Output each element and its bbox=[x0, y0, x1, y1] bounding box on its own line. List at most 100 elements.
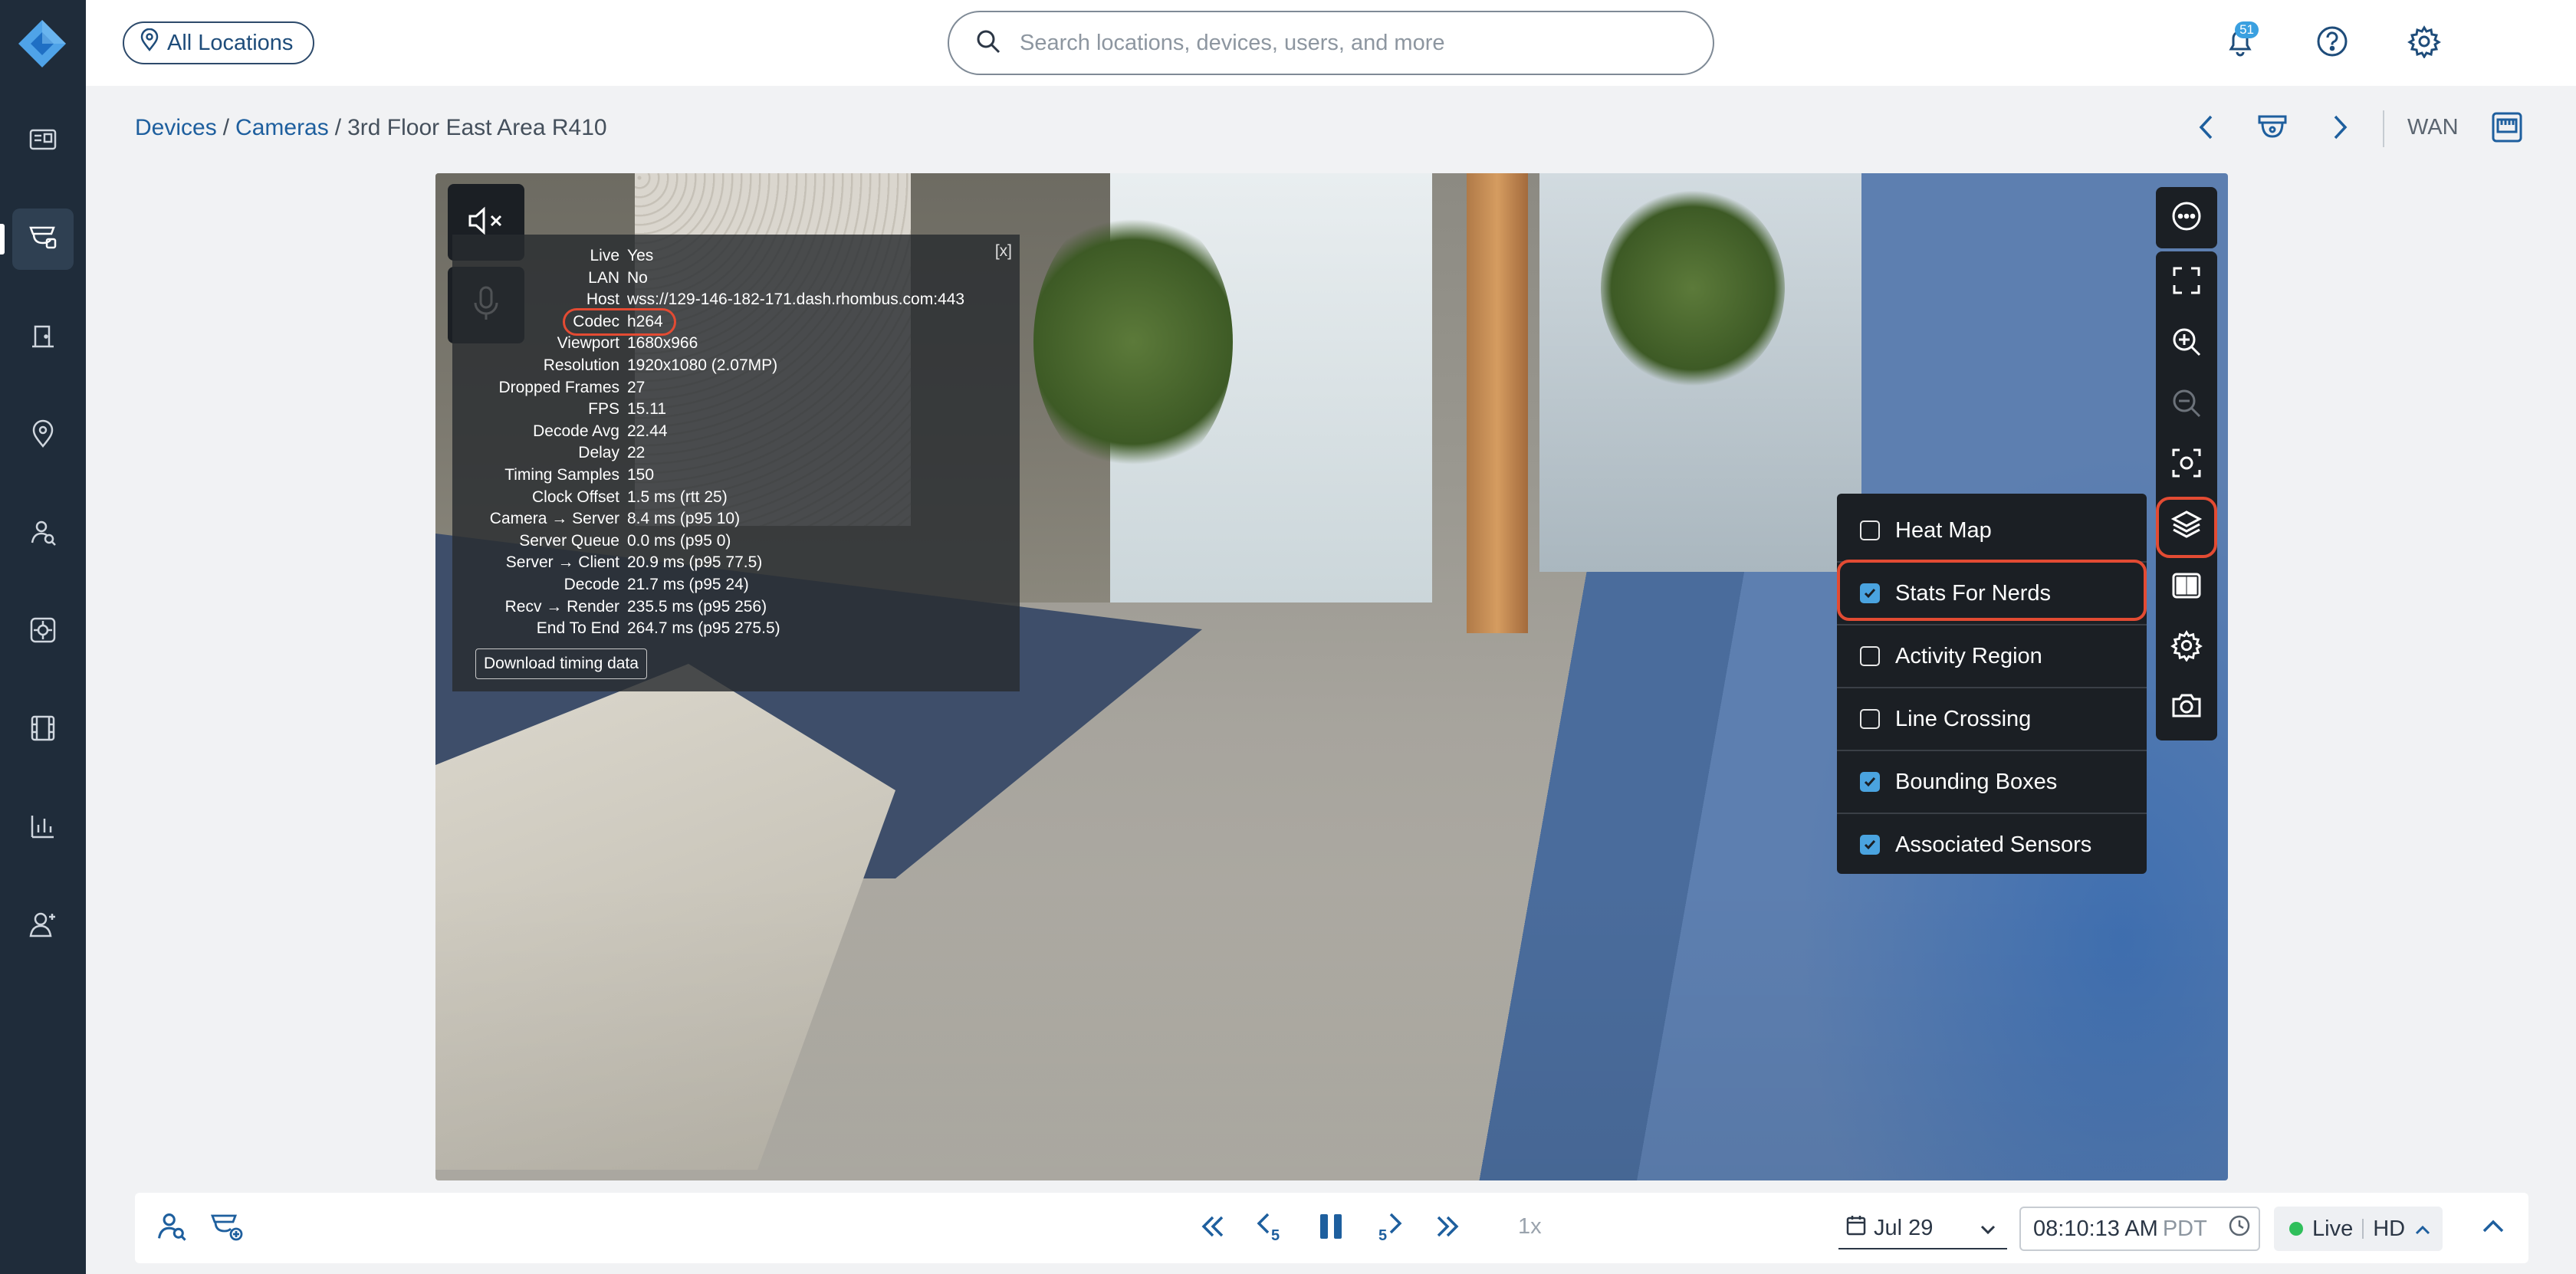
skip-to-start-button[interactable] bbox=[1193, 1208, 1233, 1248]
skip-back-button[interactable]: 5 bbox=[1250, 1208, 1290, 1248]
breadcrumb-cameras[interactable]: Cameras bbox=[235, 115, 329, 140]
chevron-up-icon bbox=[2482, 1220, 2505, 1237]
help-button[interactable] bbox=[2311, 21, 2354, 64]
fullscreen-button[interactable] bbox=[2156, 253, 2217, 311]
zoom-out-button[interactable] bbox=[2156, 376, 2217, 434]
dome-camera-icon bbox=[2256, 112, 2289, 146]
overlay-option-bounding-boxes[interactable]: Bounding Boxes bbox=[1837, 751, 2147, 813]
download-timing-data-button[interactable]: Download timing data bbox=[475, 648, 647, 679]
checkbox[interactable] bbox=[1860, 520, 1880, 540]
sidebar-item-reports[interactable] bbox=[12, 797, 74, 859]
overlay-option-associated-sensors[interactable]: Associated Sensors bbox=[1837, 814, 2147, 875]
door-icon bbox=[28, 320, 58, 355]
checkbox[interactable] bbox=[1860, 646, 1880, 666]
focus-button[interactable] bbox=[2156, 435, 2217, 494]
stats-for-nerds-panel: [x] Live Yes LAN No Host wss://129-146-182-17… bbox=[452, 235, 1020, 691]
skip-forward-button[interactable]: 5 bbox=[1369, 1208, 1409, 1248]
stat-key: Timing Samples bbox=[504, 466, 619, 484]
stat-value: 27 bbox=[627, 378, 646, 396]
people-search-button[interactable] bbox=[152, 1208, 192, 1248]
stats-close-button[interactable]: [x] bbox=[995, 242, 1012, 261]
search-input[interactable] bbox=[1018, 29, 1677, 57]
breadcrumb-separator: / bbox=[222, 115, 230, 140]
integrations-icon bbox=[28, 615, 58, 649]
sidebar-item-locations[interactable] bbox=[12, 405, 74, 466]
date-picker[interactable]: Jul 29 bbox=[1838, 1208, 2007, 1249]
quality-label: HD bbox=[2373, 1216, 2406, 1241]
stat-value: 8.4 ms (p95 10) bbox=[627, 510, 741, 528]
chevron-up-icon bbox=[2414, 1217, 2431, 1242]
rhombus-logo-icon[interactable] bbox=[17, 18, 67, 69]
breadcrumb-devices[interactable]: Devices bbox=[135, 115, 217, 140]
stat-value: 21.7 ms (p95 24) bbox=[627, 576, 749, 593]
network-mode-label: WAN bbox=[2407, 115, 2459, 140]
overlay-option-heat-map[interactable]: Heat Map bbox=[1837, 500, 2147, 561]
expand-timeline-button[interactable] bbox=[2473, 1208, 2513, 1248]
overlay-option-line-crossing[interactable]: Line Crossing bbox=[1837, 688, 2147, 750]
overlays-menu: Heat Map Stats For Nerds Activity Region… bbox=[1837, 494, 2147, 874]
breadcrumb-separator: / bbox=[334, 115, 342, 140]
timezone-label: PDT bbox=[2162, 1216, 2207, 1241]
playback-speed[interactable]: 1x bbox=[1518, 1214, 1542, 1240]
gear-icon bbox=[2407, 25, 2441, 62]
settings-button[interactable] bbox=[2403, 21, 2446, 64]
sidebar-item-cameras[interactable] bbox=[0, 209, 74, 270]
overlay-option-label: Heat Map bbox=[1895, 517, 1992, 543]
sidebar-item-users[interactable] bbox=[12, 895, 74, 957]
stat-value: 22.44 bbox=[627, 422, 668, 440]
fullscreen-icon bbox=[2171, 265, 2202, 300]
overlay-option-label: Bounding Boxes bbox=[1895, 769, 2058, 794]
skip-to-live-button[interactable] bbox=[1428, 1208, 1467, 1248]
checkbox-checked[interactable] bbox=[1860, 772, 1880, 792]
next-camera-button[interactable] bbox=[2318, 107, 2361, 150]
chevrons-right-icon bbox=[1432, 1213, 1463, 1244]
add-camera-button[interactable] bbox=[207, 1208, 247, 1248]
sidebar-item-clips[interactable] bbox=[12, 699, 74, 760]
checkbox[interactable] bbox=[1860, 709, 1880, 729]
notifications-button[interactable]: 51 bbox=[2219, 21, 2262, 64]
ethernet-icon bbox=[2490, 110, 2524, 148]
camera-icon bbox=[26, 221, 60, 258]
stat-value: 235.5 ms (p95 256) bbox=[627, 597, 767, 616]
codec-highlight-ring bbox=[563, 308, 676, 336]
location-filter-button[interactable]: All Locations bbox=[123, 21, 315, 64]
overlay-option-activity-region[interactable]: Activity Region bbox=[1837, 626, 2147, 687]
stat-key: FPS bbox=[588, 400, 619, 419]
previous-camera-button[interactable] bbox=[2185, 107, 2228, 150]
pause-button[interactable] bbox=[1311, 1208, 1351, 1248]
help-icon bbox=[2315, 25, 2349, 62]
stat-key: Dropped Frames bbox=[498, 378, 619, 396]
person-search-icon bbox=[155, 1210, 189, 1247]
sidebar-item-integrations[interactable] bbox=[12, 601, 74, 662]
global-search[interactable] bbox=[948, 11, 1714, 75]
compare-view-button[interactable] bbox=[2156, 558, 2217, 616]
add-user-icon bbox=[28, 909, 58, 944]
zoom-in-button[interactable] bbox=[2156, 314, 2217, 373]
camera-type-button[interactable] bbox=[2251, 107, 2294, 150]
chevrons-left-icon bbox=[1198, 1213, 1228, 1244]
skip-back-icon: 5 bbox=[1253, 1210, 1286, 1247]
live-quality-divider bbox=[2362, 1219, 2364, 1239]
breadcrumb: Devices / Cameras/3rd Floor East Area R410 bbox=[135, 115, 607, 141]
stat-value: 1680x966 bbox=[627, 334, 698, 353]
time-picker[interactable]: 08:10:13 AM PDT bbox=[2019, 1207, 2260, 1251]
zoom-out-icon bbox=[2170, 387, 2203, 423]
stat-key: Clock Offset bbox=[532, 488, 619, 506]
network-status-button[interactable] bbox=[2484, 107, 2530, 150]
sidebar bbox=[0, 0, 86, 1274]
overlays-highlight-ring bbox=[2156, 497, 2217, 558]
sidebar-item-dashboard[interactable] bbox=[12, 110, 74, 172]
zoom-in-icon bbox=[2170, 326, 2203, 362]
camera-add-icon bbox=[209, 1210, 245, 1247]
snapshot-button[interactable] bbox=[2156, 678, 2217, 736]
more-options-button[interactable] bbox=[2156, 187, 2217, 248]
sidebar-item-people-search[interactable] bbox=[12, 503, 74, 564]
camera-snapshot-icon bbox=[2170, 689, 2203, 725]
live-quality-toggle[interactable]: Live HD bbox=[2274, 1207, 2443, 1251]
top-bar: All Locations 51 EN bbox=[86, 0, 2576, 86]
camera-settings-button[interactable] bbox=[2156, 618, 2217, 676]
sidebar-item-access-control[interactable] bbox=[12, 307, 74, 368]
header-divider bbox=[2383, 110, 2384, 147]
film-icon bbox=[28, 713, 58, 747]
checkbox-checked[interactable] bbox=[1860, 835, 1880, 855]
